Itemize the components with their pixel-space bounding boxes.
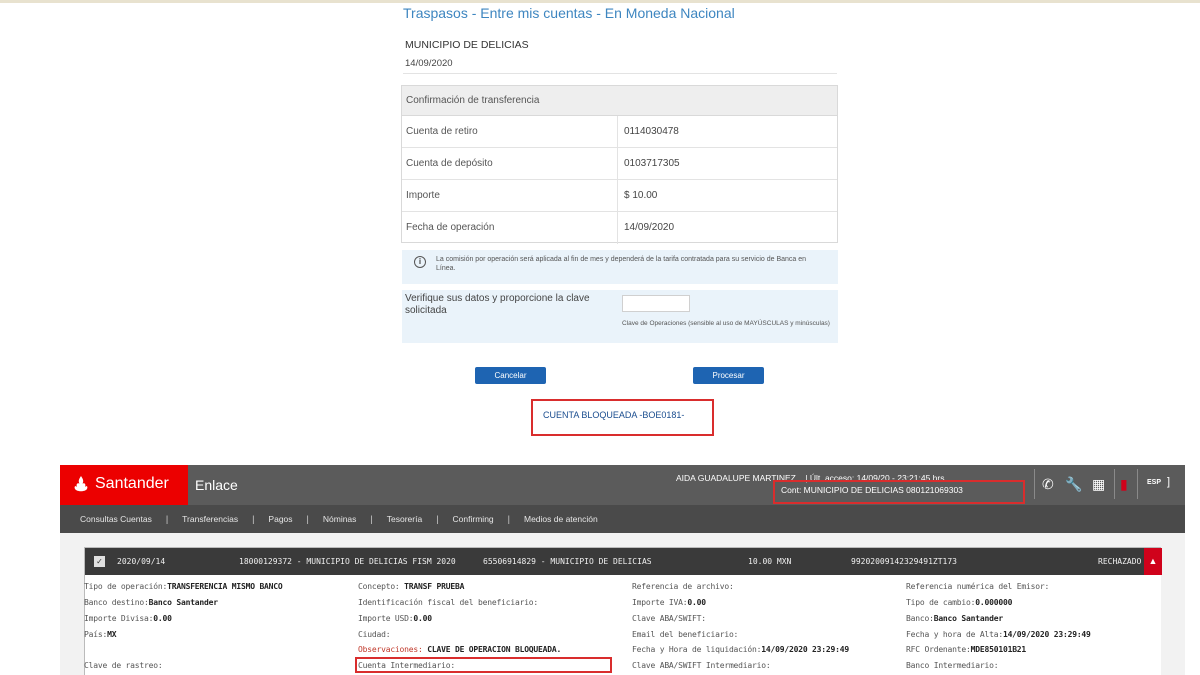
confirmation-row: Cuenta de depósito 0103717305 (402, 148, 837, 180)
language-selector[interactable]: ESP (1147, 479, 1161, 486)
detail-field: Clave ABA/SWIFT Intermediario: (632, 661, 771, 670)
detail-field: Banco:Banco Santander (906, 614, 1003, 623)
row-label: Cuenta de retiro (402, 116, 618, 147)
toolbar-divider (1114, 469, 1115, 499)
detail-field: Referencia numérica del Emisor: (906, 582, 1050, 591)
toolbar-divider (1034, 469, 1035, 499)
observations-field: Observaciones: CLAVE DE OPERACION BLOQUE… (358, 645, 562, 654)
detail-field: Importe Divisa:0.00 (84, 614, 172, 623)
divider (403, 73, 837, 74)
wrench-icon[interactable]: 🔧 (1065, 476, 1082, 492)
info-icon: i (414, 256, 426, 268)
row-value: $ 10.00 (624, 190, 658, 201)
detail-field: Identificación fiscal del beneficiario: (358, 598, 539, 607)
nav-separator: | (165, 514, 169, 524)
chevron-down-icon[interactable]: ] (1167, 476, 1170, 488)
origin-account: 18000129372 - MUNICIPIO DE DELICIAS FISM… (239, 557, 456, 566)
detail-field: Banco Intermediario: (906, 661, 999, 670)
account-name: MUNICIPIO DE DELICIAS (405, 39, 529, 51)
detail-field: País:MX (84, 630, 117, 639)
observations-highlight (355, 657, 612, 673)
account-header: MUNICIPIO DE DELICIAS 14/09/2020 (405, 39, 837, 69)
confirmation-row: Cuenta de retiro 0114030478 (402, 116, 837, 148)
operation-date: 2020/09/14 (117, 557, 166, 566)
detail-field: Concepto: TRANSF PRUEBA (358, 582, 465, 591)
detail-field: RFC Ordenante:MDE850101B21 (906, 645, 1027, 654)
operation-key-input[interactable] (622, 295, 690, 312)
notice-text: La comisión por operación será aplicada … (436, 256, 807, 272)
grid-icon[interactable]: ▦ (1092, 476, 1105, 492)
nav-separator: | (252, 514, 255, 524)
checkbox-icon[interactable]: ✓ (94, 556, 105, 567)
santander-logo[interactable]: Santander (60, 465, 188, 505)
detail-field: Importe IVA:0.00 (632, 598, 706, 607)
blocked-message: CUENTA BLOQUEADA -BOE0181- (543, 410, 685, 420)
nav-medios-atencion[interactable]: Medios de atención (524, 514, 598, 524)
detail-field: Ciudad: (358, 630, 391, 639)
verify-hint: Clave de Operaciones (sensible al uso de… (622, 320, 830, 327)
brand-name: Santander (95, 475, 169, 492)
detail-field: Clave de rastreo: (84, 661, 163, 670)
detail-field: Referencia de archivo: (632, 582, 734, 591)
row-value: 0114030478 (624, 126, 679, 137)
nav-separator: | (436, 514, 439, 524)
confirmation-row: Importe $ 10.00 (402, 180, 837, 212)
row-label: Cuenta de depósito (402, 148, 618, 179)
verification-box: Verifique sus datos y proporcione la cla… (402, 290, 838, 343)
detail-field: Tipo de operación:TRANSFERENCIA MISMO BA… (84, 582, 283, 591)
detail-field: Fecha y Hora de liquidación:14/09/2020 2… (632, 645, 849, 654)
row-value: 0103717305 (624, 158, 680, 169)
cancel-button[interactable]: Cancelar (475, 367, 546, 384)
confirmation-panel: Confirmación de transferencia Cuenta de … (401, 85, 838, 244)
contract-highlight: Cont: MUNICIPIO DE DELICIAS 080121069303 (773, 480, 1025, 504)
toolbar-divider (1137, 469, 1138, 499)
nav-nominas[interactable]: Nóminas (323, 514, 357, 524)
enlace-header: Santander Enlace AIDA GUADALUPE MARTINEZ… (60, 465, 1185, 505)
nav-confirming[interactable]: Confirming (453, 514, 494, 524)
process-button[interactable]: Procesar (693, 367, 764, 384)
results-panel: ✓ 2020/09/14 18000129372 - MUNICIPIO DE … (60, 533, 1185, 675)
nav-separator: | (306, 514, 309, 524)
detail-field: Importe USD:0.00 (358, 614, 432, 623)
main-nav: Consultas Cuentas | Transferencias | Pag… (60, 505, 1185, 533)
chevron-up-icon[interactable]: ▲ (1144, 548, 1162, 575)
row-label: Importe (402, 180, 618, 211)
nav-transferencias[interactable]: Transferencias (182, 514, 238, 524)
nav-pagos[interactable]: Pagos (268, 514, 292, 524)
operation-amount: 10.00 MXN (748, 557, 792, 566)
operation-summary-row[interactable]: ✓ 2020/09/14 18000129372 - MUNICIPIO DE … (85, 548, 1162, 575)
confirmation-row: Fecha de operación 14/09/2020 (402, 212, 837, 244)
operation-date: 14/09/2020 (405, 58, 453, 69)
detail-field: Banco destino:Banco Santander (84, 598, 218, 607)
destination-account: 65506914829 - MUNICIPIO DE DELICIAS (483, 557, 652, 566)
detail-field: Tipo de cambio:0.000000 (906, 598, 1013, 607)
detail-field: Email del beneficiario: (632, 630, 739, 639)
nav-separator: | (507, 514, 510, 524)
confirmation-header: Confirmación de transferencia (402, 86, 837, 116)
commission-notice: i La comisión por operación será aplicad… (402, 250, 838, 284)
top-strip (0, 0, 1200, 3)
operation-reference: 99202009142329491ZT173 (851, 557, 957, 566)
verify-label: Verifique sus datos y proporcione la cla… (405, 293, 590, 316)
nav-consultas-cuentas[interactable]: Consultas Cuentas (80, 514, 152, 524)
detail-field: Fecha y hora de Alta:14/09/2020 23:29:49 (906, 630, 1091, 639)
app-name: Enlace (195, 477, 238, 493)
status-badge: RECHAZADO (1098, 557, 1142, 566)
phone-icon[interactable]: ✆ (1042, 476, 1054, 492)
detail-field: Clave ABA/SWIFT: (632, 614, 706, 623)
blocked-account-highlight: CUENTA BLOQUEADA -BOE0181- (531, 399, 714, 436)
notification-icon[interactable]: ▮ (1120, 476, 1128, 492)
page-title: Traspasos - Entre mis cuentas - En Moned… (403, 5, 735, 21)
row-label: Fecha de operación (402, 212, 618, 244)
flame-icon (74, 476, 88, 492)
operation-card: ✓ 2020/09/14 18000129372 - MUNICIPIO DE … (84, 547, 1162, 675)
contract-label[interactable]: Cont: MUNICIPIO DE DELICIAS 080121069303 (781, 485, 963, 495)
nav-tesoreria[interactable]: Tesorería (387, 514, 422, 524)
row-value: 14/09/2020 (624, 222, 675, 233)
nav-separator: | (370, 514, 373, 524)
